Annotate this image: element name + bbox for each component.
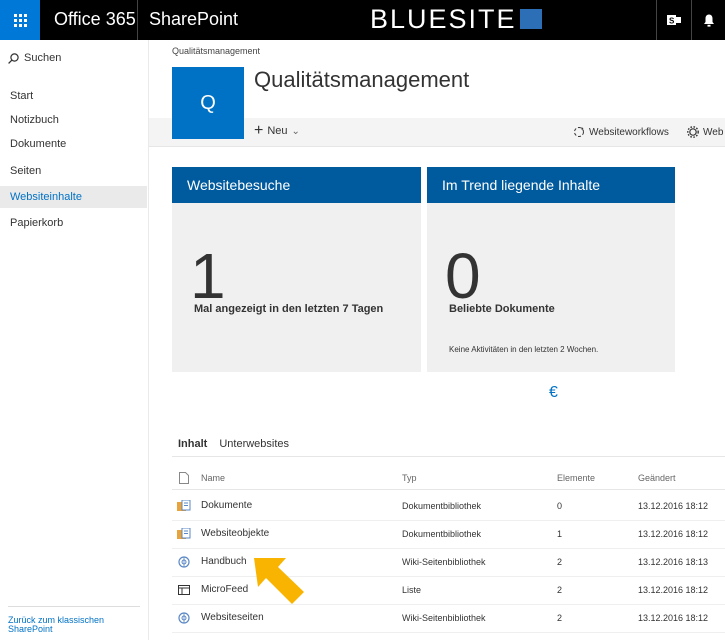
nav-item-seiten[interactable]: Seiten <box>0 160 147 182</box>
breadcrumb[interactable]: Qualitätsmanagement <box>172 46 260 56</box>
search-box[interactable]: Suchen <box>8 52 61 64</box>
sharepoint-app-button[interactable]: S <box>657 0 691 40</box>
column-header-items[interactable]: Elemente <box>557 473 595 483</box>
row-modified: 13.12.2016 18:12 <box>638 529 709 539</box>
suite-bar: Office 365 SharePoint BLUESITE S <box>0 0 725 40</box>
content-tabs: Inhalt Unterwebsites <box>178 438 301 450</box>
card-title: Websitebesuche <box>172 167 421 203</box>
row-items: 1 <box>557 529 563 539</box>
row-type: Dokumentbibliothek <box>402 529 482 539</box>
sharepoint-link[interactable]: SharePoint <box>149 9 238 30</box>
row-modified: 13.12.2016 18:12 <box>638 585 709 595</box>
column-header-modified[interactable]: Geändert <box>638 473 676 483</box>
plus-icon: + <box>254 122 264 139</box>
list-icon <box>177 583 191 597</box>
gear-icon <box>687 126 699 138</box>
column-header-name[interactable]: Name <box>201 473 225 483</box>
row-name-link[interactable]: MicroFeed <box>201 584 248 595</box>
euro-icon: € <box>549 384 558 401</box>
new-button[interactable]: + Neu ⌄ <box>254 122 300 139</box>
card-note: Keine Aktivitäten in den letzten 2 Woche… <box>449 345 599 354</box>
row-modified: 13.12.2016 18:12 <box>638 501 709 511</box>
document-library-icon <box>177 499 191 513</box>
office365-link[interactable]: Office 365 <box>54 9 136 30</box>
svg-text:S: S <box>669 17 675 26</box>
app-launcher-button[interactable] <box>0 0 40 40</box>
card-caption: Beliebte Dokumente <box>449 303 555 315</box>
card-caption: Mal angezeigt in den letzten 7 Tagen <box>194 303 384 315</box>
divider <box>8 606 140 607</box>
site-title[interactable]: Qualitätsmanagement <box>254 67 469 93</box>
nav-item-notizbuch[interactable]: Notizbuch <box>0 109 147 131</box>
site-settings-label: Web <box>703 126 724 138</box>
card-value: 0 <box>445 240 481 312</box>
search-icon <box>8 52 19 64</box>
site-visits-card: Websitebesuche 1 Mal angezeigt in den le… <box>172 167 421 372</box>
divider <box>172 456 725 457</box>
card-value: 1 <box>190 240 226 312</box>
row-type: Dokumentbibliothek <box>402 501 482 511</box>
site-settings-button[interactable]: Web <box>687 126 723 138</box>
new-button-label: Neu <box>267 125 288 137</box>
bell-icon <box>704 14 714 27</box>
site-workflows-label: Websiteworkflows <box>589 126 669 138</box>
suite-divider <box>137 0 138 40</box>
row-name-link[interactable]: Handbuch <box>201 556 247 567</box>
document-library-icon <box>177 527 191 541</box>
search-label: Suchen <box>24 52 62 64</box>
row-type: Wiki-Seitenbibliothek <box>402 613 486 623</box>
row-name-link[interactable]: Websiteobjekte <box>201 528 269 539</box>
row-items: 2 <box>557 585 563 595</box>
row-modified: 13.12.2016 18:12 <box>638 613 709 623</box>
nav-item-start[interactable]: Start <box>0 85 147 107</box>
site-workflows-button[interactable]: Websiteworkflows <box>573 126 669 138</box>
row-type: Wiki-Seitenbibliothek <box>402 557 486 567</box>
left-navigation: Suchen Start Notizbuch Dokumente Seiten … <box>0 40 149 640</box>
table-row[interactable]: Websiteseiten Wiki-Seitenbibliothek 2 13… <box>172 604 725 633</box>
table-row[interactable]: Websiteobjekte Dokumentbibliothek 1 13.1… <box>172 520 725 549</box>
bluesite-logo-text: BLUESITE <box>370 4 517 34</box>
sharepoint-icon: S <box>667 15 681 26</box>
waffle-icon <box>13 13 27 27</box>
nav-item-websiteinhalte[interactable]: Websiteinhalte <box>0 186 147 208</box>
nav-item-papierkorb[interactable]: Papierkorb <box>0 212 147 234</box>
bluesite-logo-box <box>519 9 542 29</box>
wiki-library-icon <box>177 611 191 625</box>
nav-item-dokumente[interactable]: Dokumente <box>0 133 147 155</box>
file-type-icon[interactable] <box>177 471 191 485</box>
bluesite-logo: BLUESITE <box>370 5 542 33</box>
highlight-arrow-icon <box>254 558 304 604</box>
notifications-button[interactable] <box>692 0 725 40</box>
tab-inhalt[interactable]: Inhalt <box>178 438 207 450</box>
row-items: 0 <box>557 501 563 511</box>
table-row[interactable]: Dokumente Dokumentbibliothek 0 13.12.201… <box>172 492 725 521</box>
tab-unterwebsites[interactable]: Unterwebsites <box>219 438 289 450</box>
card-title: Im Trend liegende Inhalte <box>427 167 675 203</box>
wiki-library-icon <box>177 555 191 569</box>
row-name-link[interactable]: Websiteseiten <box>201 612 264 623</box>
site-logo-tile[interactable]: Q <box>172 67 244 139</box>
row-items: 2 <box>557 557 563 567</box>
row-modified: 13.12.2016 18:13 <box>638 557 709 567</box>
column-header-type[interactable]: Typ <box>402 473 417 483</box>
trending-content-card: Im Trend liegende Inhalte 0 Beliebte Dok… <box>427 167 675 372</box>
table-header: Name Typ Elemente Geändert <box>172 467 725 490</box>
chevron-down-icon: ⌄ <box>291 125 300 137</box>
workflow-icon <box>574 127 584 137</box>
back-to-classic-link[interactable]: Zurück zum klassischen SharePoint <box>8 616 118 634</box>
row-items: 2 <box>557 613 563 623</box>
row-name-link[interactable]: Dokumente <box>201 500 252 511</box>
row-type: Liste <box>402 585 422 595</box>
